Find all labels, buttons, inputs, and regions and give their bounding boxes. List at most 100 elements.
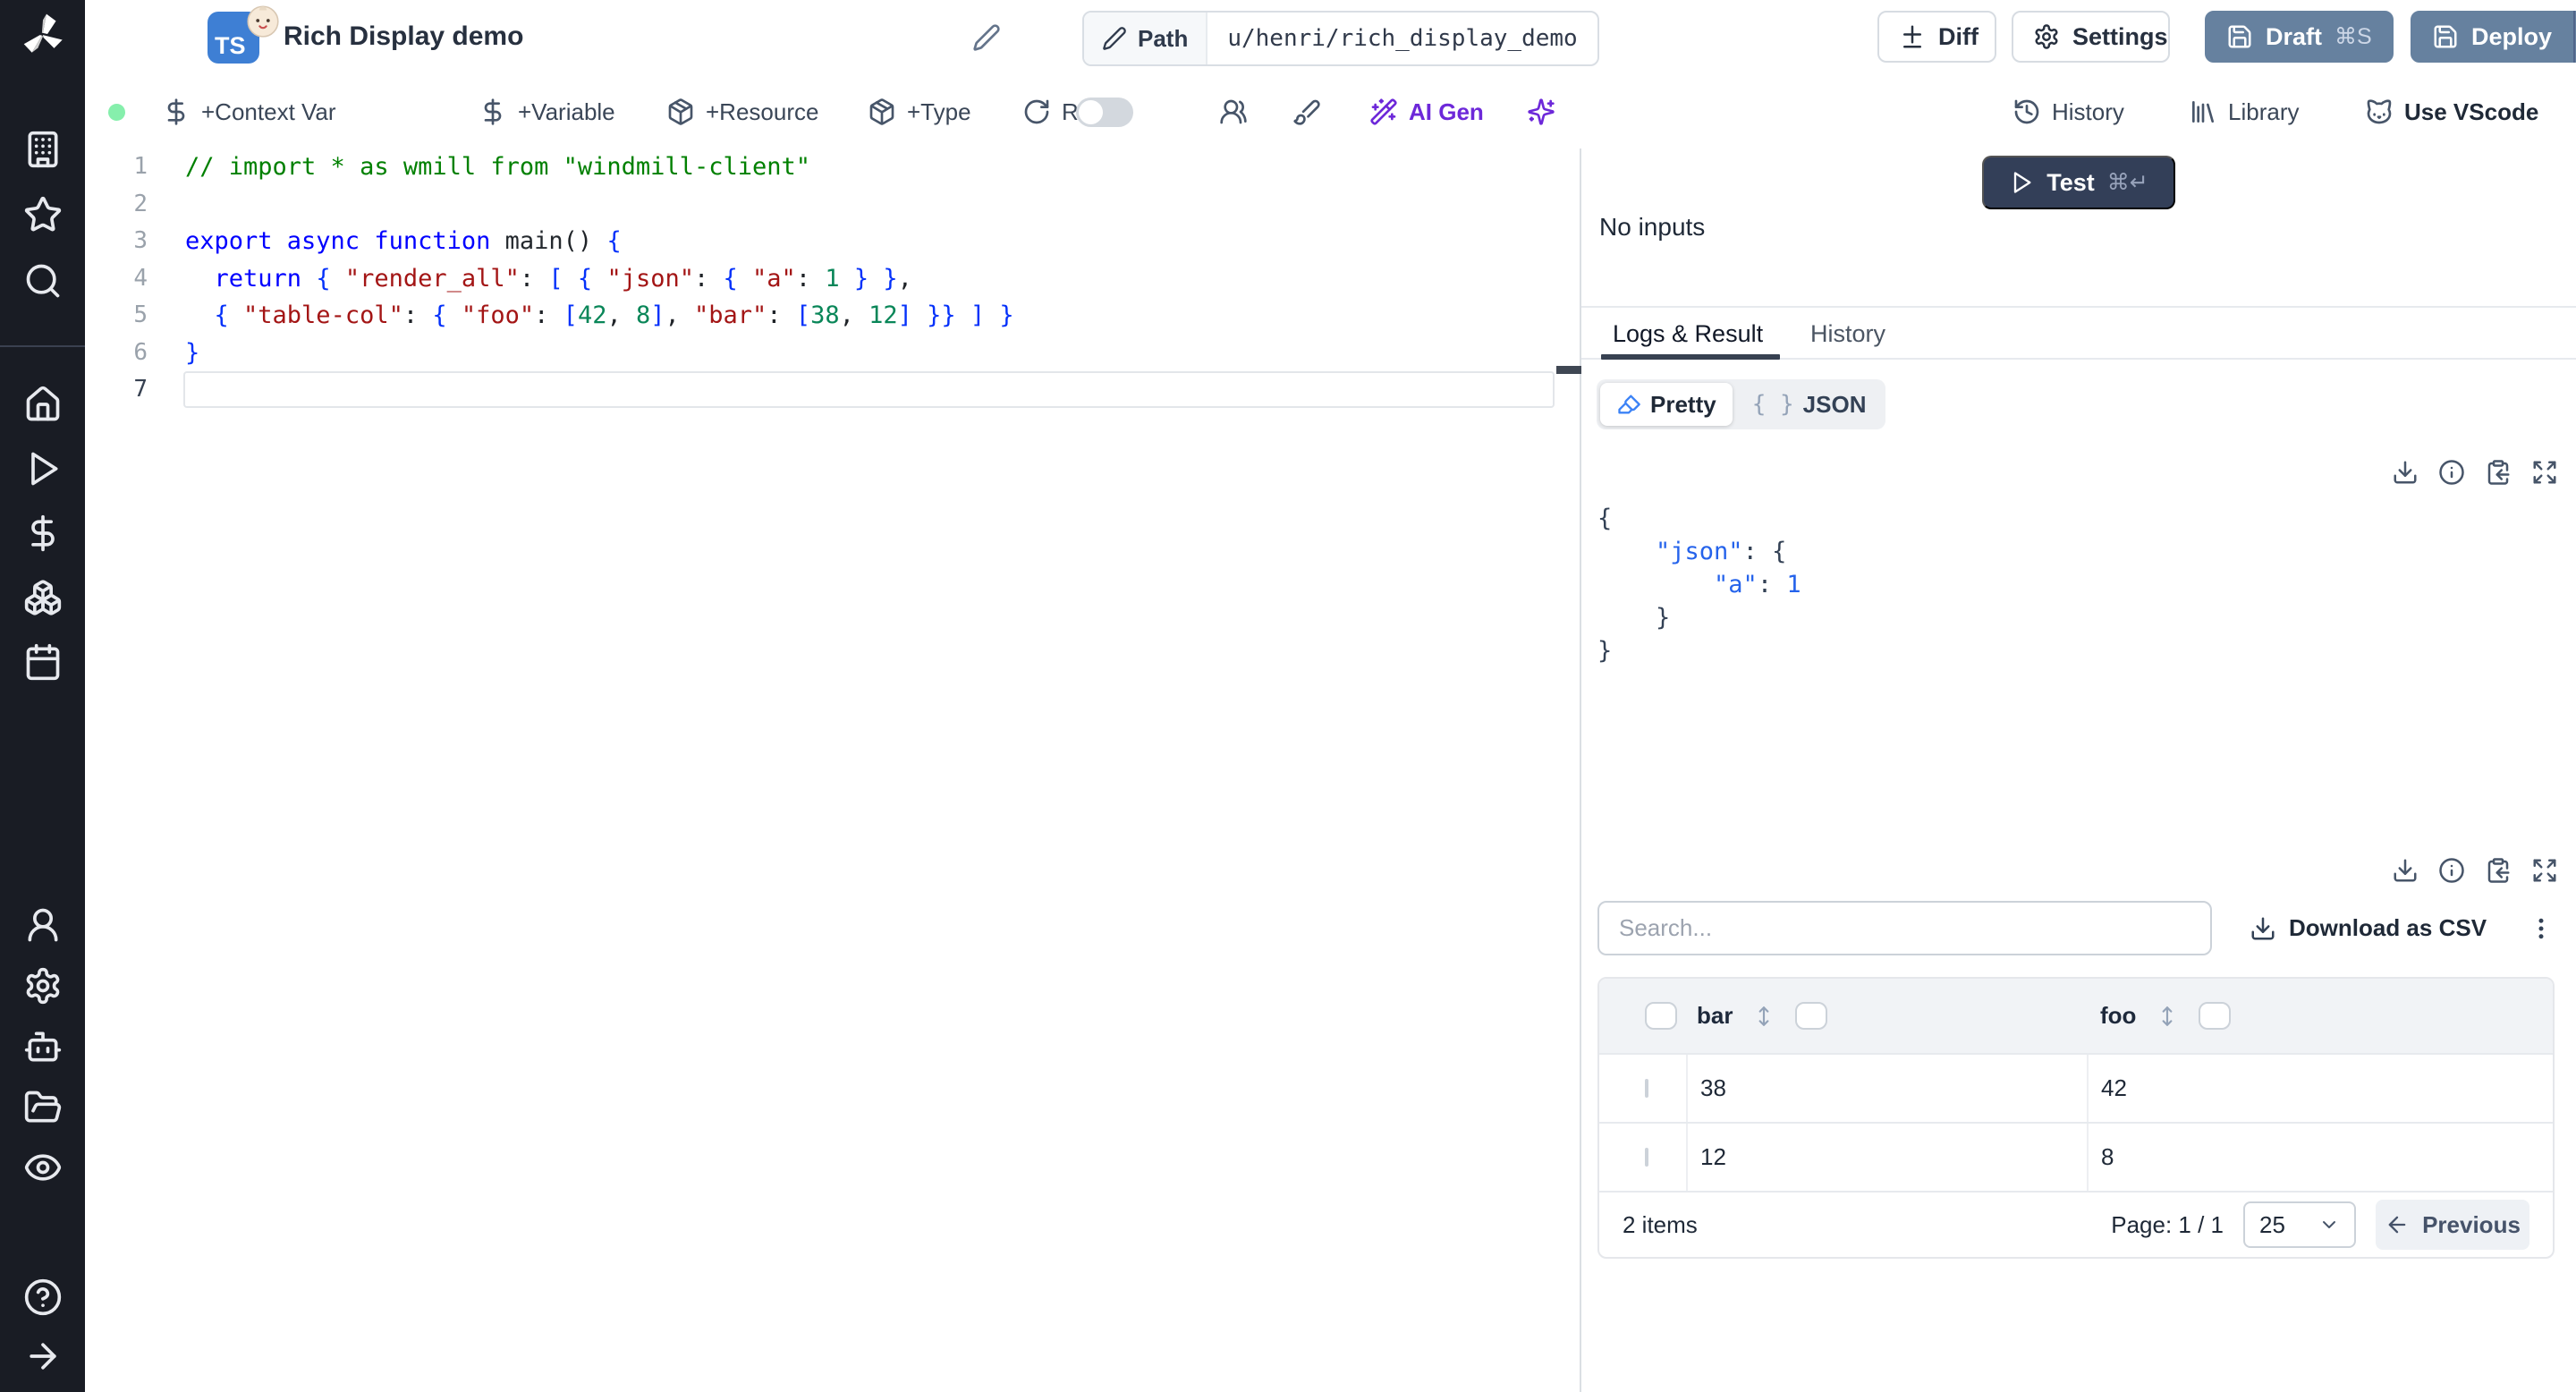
diff-icon: [1899, 23, 1926, 50]
table-row[interactable]: 12 8: [1599, 1122, 2553, 1191]
column-header-foo[interactable]: foo: [2100, 1002, 2136, 1030]
row-checkbox[interactable]: [1645, 1078, 1648, 1098]
deploy-button[interactable]: Deploy: [2411, 11, 2576, 63]
sort-icon[interactable]: [2156, 1003, 2179, 1030]
add-context-var-button[interactable]: +Context Var: [162, 77, 336, 147]
download-csv-label: Download as CSV: [2289, 914, 2487, 941]
clipboard-copy-icon[interactable]: [2485, 459, 2512, 486]
code-line: }: [185, 338, 200, 367]
result-json: { "json": { "a": 1 }}: [1597, 502, 1801, 667]
settings-label: Settings: [2072, 22, 2168, 50]
add-type-button[interactable]: +Type: [868, 77, 971, 147]
library-icon: [2189, 98, 2217, 126]
users-icon[interactable]: [23, 905, 63, 945]
use-vscode-button[interactable]: Use VScode: [2365, 77, 2538, 147]
path-button[interactable]: Path u/henri/rich_display_demo: [1082, 11, 1599, 66]
result-json-line: {: [1597, 505, 1613, 532]
test-button[interactable]: Test ⌘↵: [1982, 156, 2175, 209]
library-label: Library: [2228, 98, 2300, 125]
resources-icon[interactable]: [23, 578, 63, 617]
code-line: // import * as wmill from "windmill-clie…: [185, 153, 810, 181]
history-button[interactable]: History: [2012, 77, 2124, 147]
settings-icon[interactable]: [23, 966, 63, 1006]
audit-logs-icon[interactable]: [23, 1148, 63, 1187]
favorites-icon[interactable]: [23, 195, 63, 234]
row-checkbox[interactable]: [1645, 1147, 1648, 1167]
test-label: Test: [2046, 168, 2095, 196]
home-icon[interactable]: [23, 385, 63, 424]
add-variable-button[interactable]: +Variable: [479, 77, 615, 147]
sparkles-icon[interactable]: [1527, 77, 1555, 147]
pretty-toggle[interactable]: Pretty: [1600, 383, 1733, 426]
code-line: return { "render_all": [ { "json": { "a"…: [214, 264, 912, 293]
tab-history[interactable]: History: [1810, 320, 1885, 348]
windmill-logo[interactable]: [18, 9, 68, 59]
search-icon[interactable]: [23, 261, 63, 301]
workers-icon[interactable]: [23, 1027, 63, 1066]
search-input[interactable]: [1597, 901, 2212, 955]
multiplayer-icon[interactable]: [1219, 77, 1248, 147]
pane-resize-handle[interactable]: [1556, 366, 1581, 374]
panel-divider: [1581, 306, 2576, 308]
deploy-label: Deploy: [2471, 22, 2553, 50]
code-content[interactable]: // import * as wmill from "windmill-clie…: [185, 149, 1014, 409]
kebab-menu-icon[interactable]: [2528, 913, 2555, 944]
expand-icon[interactable]: [2531, 857, 2558, 884]
format-brush-icon[interactable]: [1292, 77, 1321, 147]
workspace-icon[interactable]: [23, 130, 63, 169]
draft-label: Draft: [2266, 22, 2323, 50]
package-icon: [666, 98, 695, 126]
add-context-var-label: +Context Var: [201, 98, 336, 125]
table-footer: 2 items Page: 1 / 1 25 Previous: [1599, 1191, 2553, 1257]
folders-icon[interactable]: [23, 1088, 63, 1127]
deploy-divider: [2573, 11, 2576, 63]
ai-gen-button[interactable]: AI Gen: [1369, 77, 1484, 147]
page-size-value: 25: [2259, 1210, 2285, 1238]
package-icon: [868, 98, 896, 126]
runs-icon[interactable]: [23, 449, 63, 488]
schedules-icon[interactable]: [23, 642, 63, 682]
table-toolbar: Download as CSV: [1597, 901, 2555, 955]
diff-mode-toggle[interactable]: [1076, 98, 1133, 127]
download-icon[interactable]: [2392, 857, 2419, 884]
download-icon[interactable]: [2392, 459, 2419, 486]
table-header: bar foo: [1599, 979, 2553, 1053]
info-icon[interactable]: [2438, 459, 2465, 486]
play-icon: [2009, 170, 2034, 195]
table-row[interactable]: 38 42: [1599, 1053, 2553, 1122]
braces-icon: { }: [1751, 391, 1794, 418]
wand-icon: [1369, 98, 1398, 126]
select-all-checkbox[interactable]: [1645, 1002, 1677, 1030]
table-cell: 12: [1686, 1124, 2087, 1191]
edit-title-icon[interactable]: [972, 23, 1001, 52]
download-csv-button[interactable]: Download as CSV: [2250, 914, 2487, 942]
previous-page-button[interactable]: Previous: [2376, 1200, 2529, 1250]
page-size-select[interactable]: 25: [2243, 1201, 2356, 1248]
expand-sidebar-icon[interactable]: [23, 1337, 63, 1376]
help-icon[interactable]: [23, 1277, 63, 1317]
clipboard-copy-icon[interactable]: [2485, 857, 2512, 884]
use-vscode-label: Use VScode: [2404, 98, 2539, 125]
table-cell: 38: [1686, 1055, 2087, 1122]
code-editor[interactable]: 1234567 // import * as wmill from "windm…: [85, 149, 1580, 1392]
draft-button[interactable]: Draft ⌘S: [2205, 11, 2394, 63]
column-pill[interactable]: [1795, 1002, 1828, 1030]
library-button[interactable]: Library: [2189, 77, 2299, 147]
column-header-bar[interactable]: bar: [1697, 1002, 1733, 1030]
add-resource-button[interactable]: +Resource: [666, 77, 818, 147]
tab-logs-result[interactable]: Logs & Result: [1613, 320, 1763, 348]
column-pill[interactable]: [2199, 1002, 2232, 1030]
draft-shortcut: ⌘S: [2334, 24, 2372, 49]
table-actions: [2392, 857, 2558, 884]
history-label: History: [2052, 98, 2124, 125]
sort-icon[interactable]: [1752, 1003, 1775, 1030]
expand-icon[interactable]: [2531, 459, 2558, 486]
highlighter-icon: [1616, 392, 1641, 417]
variables-icon[interactable]: [23, 514, 63, 553]
settings-button[interactable]: Settings: [2012, 11, 2170, 63]
json-toggle[interactable]: { } JSON: [1736, 383, 1883, 426]
diff-button[interactable]: Diff: [1877, 11, 1996, 63]
info-icon[interactable]: [2438, 857, 2465, 884]
page-title: Rich Display demo: [284, 21, 524, 51]
